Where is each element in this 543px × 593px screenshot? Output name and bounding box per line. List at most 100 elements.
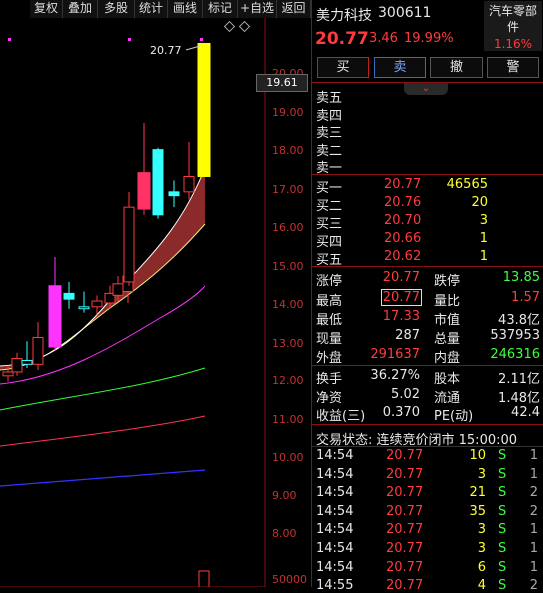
price-axis-label: 10.00 [272, 451, 304, 464]
price-axis-label: 8.00 [272, 527, 297, 540]
stat-current-volume: 287 [395, 328, 420, 343]
stat-outer-volume: 291637 [370, 347, 420, 362]
candle-body[interactable] [168, 191, 180, 197]
candle-body[interactable] [183, 175, 195, 193]
stat-net-assets: 5.02 [391, 387, 420, 402]
candle-body[interactable] [152, 149, 164, 216]
stat-label: 换手 [316, 372, 343, 387]
stat-label: 净资 [316, 391, 343, 406]
stat-share-capital: 2.11亿 [498, 372, 540, 387]
tick-volume: 3 [477, 522, 486, 538]
cancel-order-button[interactable]: 撤 [430, 57, 483, 78]
sector-name: 汽车零部件 [488, 4, 537, 34]
toolbar-add-watchlist-button[interactable]: +自选 [238, 0, 277, 18]
tick-count: 2 [529, 485, 538, 501]
tick-price: 20.77 [386, 448, 424, 463]
candles-group [2, 42, 211, 382]
tick-side: S [498, 541, 507, 556]
stock-code: 300611 [378, 5, 432, 21]
candlestick-chart[interactable]: 20.77 20.00 19.00 18.00 17.00 16.00 15.0… [0, 18, 310, 587]
stat-label: 流通 [434, 391, 461, 406]
stat-label: 现量 [316, 332, 343, 347]
tick-time: 14:54 [316, 503, 354, 519]
price-axis-label: 16.00 [272, 221, 304, 234]
tick-volume: 4 [477, 578, 486, 593]
buy-level-price: 20.70 [384, 213, 422, 228]
candle-body[interactable] [112, 283, 124, 296]
toolbar-tongji-button[interactable]: 统计 [135, 0, 168, 18]
stat-volume-ratio: 1.57 [511, 290, 540, 305]
price-axis-label: 12.00 [272, 374, 304, 387]
price-axis-label: 15.00 [272, 260, 304, 273]
candle-body[interactable] [78, 306, 90, 310]
tick-count: 1 [529, 448, 538, 463]
price-axis-label: 13.00 [272, 337, 304, 350]
tick-count: 2 [529, 578, 538, 593]
sector-change-pct: 1.16% [493, 37, 533, 51]
candle-body[interactable] [63, 292, 75, 300]
buy-level-volume: 20 [471, 195, 488, 210]
tick-volume: 35 [469, 503, 486, 519]
price-change: 3.46 [369, 31, 398, 46]
current-price: 20.77 [315, 29, 369, 49]
candle-body[interactable] [123, 206, 135, 283]
sector-box[interactable]: 汽车零部件 1.16% [484, 1, 542, 51]
stat-label: 外盘 [316, 351, 343, 366]
candle-body[interactable] [21, 359, 33, 365]
marker-dot [8, 38, 11, 41]
sell-level-label: 卖五 [316, 91, 343, 106]
chart-canvas [0, 18, 266, 587]
alert-button[interactable]: 警 [487, 57, 539, 78]
tick-count: 1 [529, 541, 538, 556]
stat-label: 市值 [434, 313, 461, 328]
tick-price: 20.77 [386, 578, 424, 593]
toolbar-duogu-button[interactable]: 多股 [98, 0, 135, 18]
ma120-line [0, 469, 206, 487]
ma30-line [0, 367, 206, 411]
diamond-icon[interactable] [238, 20, 251, 33]
tick-price: 20.77 [386, 541, 424, 556]
stat-label: 涨停 [316, 274, 343, 289]
collapse-chevron-icon[interactable]: ⌄ [404, 83, 448, 95]
toolbar-back-button[interactable]: 返回 [277, 0, 311, 18]
buy-level-volume: 1 [479, 231, 488, 246]
candle-body[interactable] [2, 371, 14, 377]
candle-body[interactable] [48, 285, 62, 348]
toolbar-fuquan-button[interactable]: 复权 [30, 0, 63, 18]
tick-side: S [498, 485, 507, 501]
stat-eps: 0.370 [382, 405, 420, 420]
tick-price: 20.77 [386, 503, 424, 519]
toolbar-diejia-button[interactable]: 叠加 [63, 0, 98, 18]
tick-time: 14:54 [316, 466, 354, 482]
toolbar-biaoji-button[interactable]: 标记 [203, 0, 238, 18]
buy-button[interactable]: 买 [317, 57, 369, 78]
buy-level-label: 买四 [316, 235, 343, 250]
volume-axis-label: 50000 [272, 573, 307, 586]
tick-count: 2 [529, 503, 538, 519]
stat-label: 最高 [316, 294, 343, 309]
buy-level-label: 买二 [316, 199, 343, 214]
tick-side: S [498, 466, 507, 482]
candle-body[interactable] [32, 336, 44, 365]
tick-price: 20.77 [386, 466, 424, 482]
tick-price: 20.77 [386, 559, 424, 575]
buy-level-price: 20.66 [384, 231, 422, 246]
buy-level-label: 买三 [316, 217, 343, 232]
candle-body[interactable] [197, 42, 211, 177]
tick-time: 14:54 [316, 448, 354, 463]
diamond-icon[interactable] [223, 20, 236, 33]
sell-button[interactable]: 卖 [374, 57, 426, 78]
high-price-annotation: 20.77 [150, 44, 182, 57]
candle-body[interactable] [91, 300, 103, 308]
stat-turnover: 36.27% [370, 368, 420, 383]
candle-body[interactable] [11, 358, 23, 373]
stat-low: 17.33 [382, 309, 420, 324]
candle-body[interactable] [137, 172, 151, 210]
toolbar-huaxian-button[interactable]: 画线 [168, 0, 203, 18]
buy-level-volume: 46565 [446, 177, 488, 192]
tick-time: 14:54 [316, 559, 354, 575]
volume-bar [198, 570, 210, 587]
price-axis-label: 14.00 [272, 298, 304, 311]
stat-float-shares: 1.48亿 [498, 391, 540, 406]
stat-label: 跌停 [434, 274, 461, 289]
